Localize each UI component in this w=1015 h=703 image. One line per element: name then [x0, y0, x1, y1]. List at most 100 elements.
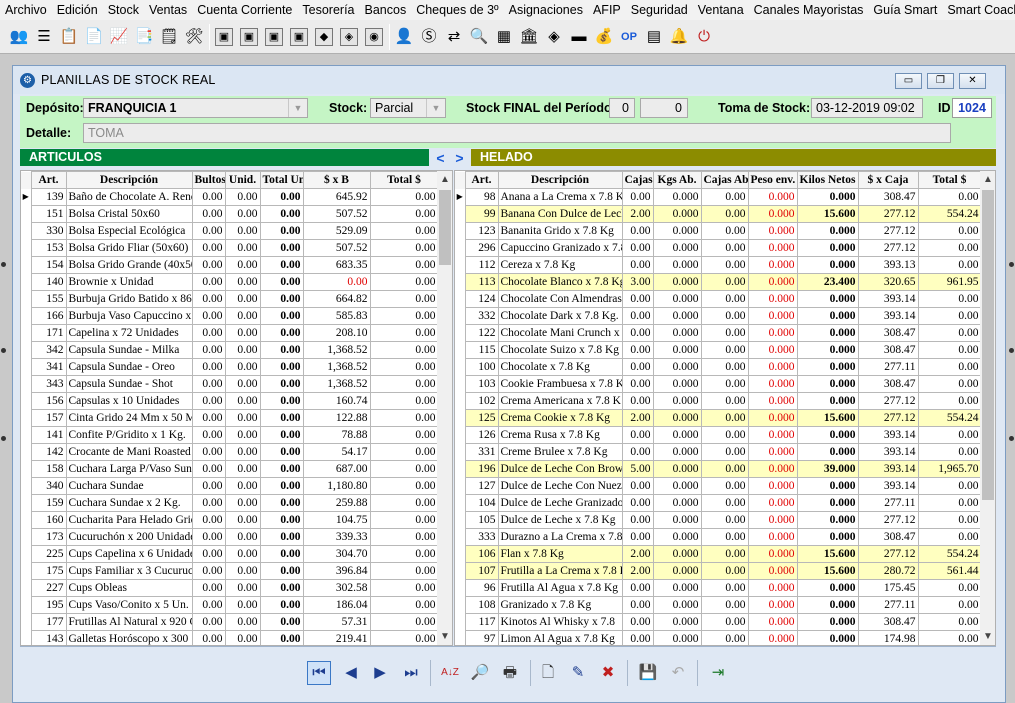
cell-unid[interactable]: 0.00 — [224, 596, 261, 614]
toma-field[interactable]: 03-12-2019 09:02 — [811, 98, 923, 118]
cell-cajas[interactable]: 0.00 — [621, 392, 654, 410]
cell-descripcion[interactable]: Capuccino Granizado x 7.8 — [497, 239, 623, 257]
cell-x-caja[interactable]: 393.14 — [857, 290, 919, 308]
cell-total[interactable]: 0.00 — [917, 239, 982, 257]
window-titlebar[interactable]: ⚙ PLANILLAS DE STOCK REAL ▭ ❐ ✕ — [13, 66, 1005, 94]
cell-kilos-netos[interactable]: 0.000 — [796, 307, 859, 325]
cell-x-caja[interactable]: 277.11 — [857, 358, 919, 376]
people-icon[interactable]: 👥 — [8, 26, 30, 48]
cell-cajas-ab[interactable]: 0.00 — [700, 443, 749, 461]
cell-cajas-ab[interactable]: 0.00 — [700, 596, 749, 614]
menu-bancos[interactable]: Bancos — [360, 0, 412, 20]
cell-bultos[interactable]: 0.00 — [191, 613, 226, 631]
report-icon[interactable]: 📑 — [133, 26, 155, 48]
bank-icon[interactable]: 🏛 — [518, 26, 540, 48]
box1-icon[interactable]: ▣ — [213, 26, 235, 48]
cell-descripcion[interactable]: Durazno a La Crema x 7.8 — [497, 528, 623, 546]
cell-total[interactable]: 0.00 — [917, 579, 982, 597]
cell-bultos[interactable]: 0.00 — [191, 460, 226, 478]
cell-total[interactable]: 554.24 — [917, 409, 982, 427]
stack-icon[interactable]: ◈ — [543, 26, 565, 48]
menu-ventas[interactable]: Ventas — [144, 0, 192, 20]
cell-total[interactable]: 0.00 — [917, 256, 982, 274]
cell-cajas[interactable]: 0.00 — [621, 307, 654, 325]
cell-total[interactable]: 0.00 — [369, 511, 439, 529]
cell-total[interactable]: 0.00 — [369, 477, 439, 495]
cell-x-b[interactable]: 683.35 — [302, 256, 371, 274]
cell-peso-env[interactable]: 0.000 — [747, 545, 798, 563]
cell-art[interactable]: 341 — [30, 358, 67, 376]
cell-bultos[interactable]: 0.00 — [191, 426, 226, 444]
notepad-icon[interactable]: 🗒 — [158, 26, 180, 48]
cell-art[interactable]: 107 — [464, 562, 499, 580]
cell-total[interactable]: 0.00 — [917, 375, 982, 393]
cell-unid[interactable]: 0.00 — [224, 239, 261, 257]
cell-x-b[interactable]: 1,180.80 — [302, 477, 371, 495]
op-icon[interactable]: OP — [618, 26, 640, 48]
table-row[interactable]: 115 Chocolate Suizo x 7.8 Kg 0.00 0.000 0.00… — [455, 341, 982, 359]
cell-unid[interactable]: 0.00 — [224, 562, 261, 580]
cell-kgs-ab[interactable]: 0.000 — [652, 358, 702, 376]
cell-total-uni[interactable]: 0.00 — [259, 596, 304, 614]
table-row[interactable]: 342 Capsula Sundae - Milka 0.00 0.00 0.00 1,3… — [21, 341, 439, 359]
cell-cajas-ab[interactable]: 0.00 — [700, 545, 749, 563]
cell-peso-env[interactable]: 0.000 — [747, 528, 798, 546]
table-row[interactable]: 175 Cups Familiar x 3 Cucuruch 0.00 0.00 0.0… — [21, 562, 439, 580]
cell-total-uni[interactable]: 0.00 — [259, 375, 304, 393]
cell-art[interactable]: 140 — [30, 273, 67, 291]
cell-kilos-netos[interactable]: 0.000 — [796, 188, 859, 206]
nav-prev-panel[interactable]: < — [436, 150, 444, 166]
card-icon[interactable]: ▬ — [568, 26, 590, 48]
edit-button[interactable]: ✎ — [566, 661, 590, 685]
cell-bultos[interactable]: 0.00 — [191, 392, 226, 410]
cell-x-caja[interactable]: 393.14 — [857, 307, 919, 325]
cell-art[interactable]: 108 — [464, 596, 499, 614]
save-button[interactable]: 💾 — [636, 661, 660, 685]
cell-total[interactable]: 0.00 — [369, 290, 439, 308]
cell-x-caja[interactable]: 175.45 — [857, 579, 919, 597]
cell-bultos[interactable]: 0.00 — [191, 222, 226, 240]
cell-cajas[interactable]: 3.00 — [621, 273, 654, 291]
helado-scrollbar[interactable]: ▲ ▼ — [980, 171, 995, 645]
cell-peso-env[interactable]: 0.000 — [747, 222, 798, 240]
table-row[interactable]: 127 Dulce de Leche Con Nuez 0.00 0.000 0.00 0… — [455, 477, 982, 495]
cell-total[interactable]: 0.00 — [369, 630, 439, 645]
menu-canales-mayoristas[interactable]: Canales Mayoristas — [749, 0, 869, 20]
cell-cajas-ab[interactable]: 0.00 — [700, 494, 749, 512]
cell-x-b[interactable]: 104.75 — [302, 511, 371, 529]
cell-total[interactable]: 0.00 — [369, 426, 439, 444]
cell-bultos[interactable]: 0.00 — [191, 562, 226, 580]
cell-bultos[interactable]: 0.00 — [191, 630, 226, 645]
cell-unid[interactable]: 0.00 — [224, 630, 261, 645]
cell-art[interactable]: 123 — [464, 222, 499, 240]
cell-total-uni[interactable]: 0.00 — [259, 222, 304, 240]
cell-art[interactable]: 105 — [464, 511, 499, 529]
column-header-total[interactable]: Total $ — [917, 171, 982, 189]
cell-art[interactable]: 331 — [464, 443, 499, 461]
table-row[interactable]: 196 Dulce de Leche Con Brow 5.00 0.000 0.00 0… — [455, 460, 982, 478]
table-row[interactable]: 225 Cups Capelina x 6 Unidades 0.00 0.00 0.0… — [21, 545, 439, 563]
cell-art[interactable]: 141 — [30, 426, 67, 444]
cell-kgs-ab[interactable]: 0.000 — [652, 630, 702, 645]
table-row[interactable]: 124 Chocolate Con Almendras 0.00 0.000 0.00 0… — [455, 290, 982, 308]
menu-tesoreria[interactable]: Tesorería — [297, 0, 359, 20]
cell-bultos[interactable]: 0.00 — [191, 375, 226, 393]
cell-descripcion[interactable]: Chocolate x 7.8 Kg — [497, 358, 623, 376]
column-header-art[interactable]: Art. — [464, 171, 499, 189]
cell-descripcion[interactable]: Granizado x 7.8 Kg — [497, 596, 623, 614]
cell-bultos[interactable]: 0.00 — [191, 494, 226, 512]
cell-kilos-netos[interactable]: 0.000 — [796, 375, 859, 393]
cell-descripcion[interactable]: Chocolate Con Almendras — [497, 290, 623, 308]
next-record-button[interactable]: ▶ — [368, 661, 392, 685]
cell-cajas[interactable]: 0.00 — [621, 528, 654, 546]
cell-kilos-netos[interactable]: 0.000 — [796, 256, 859, 274]
cell-total-uni[interactable]: 0.00 — [259, 579, 304, 597]
cell-x-b[interactable]: 664.82 — [302, 290, 371, 308]
table-row[interactable]: 143 Galletas Horóscopo x 300 0.00 0.00 0.00 2… — [21, 630, 439, 645]
cell-unid[interactable]: 0.00 — [224, 426, 261, 444]
cell-unid[interactable]: 0.00 — [224, 613, 261, 631]
nav-next-panel[interactable]: > — [455, 150, 463, 166]
cell-cajas-ab[interactable]: 0.00 — [700, 579, 749, 597]
cell-bultos[interactable]: 0.00 — [191, 409, 226, 427]
cell-art[interactable]: 342 — [30, 341, 67, 359]
